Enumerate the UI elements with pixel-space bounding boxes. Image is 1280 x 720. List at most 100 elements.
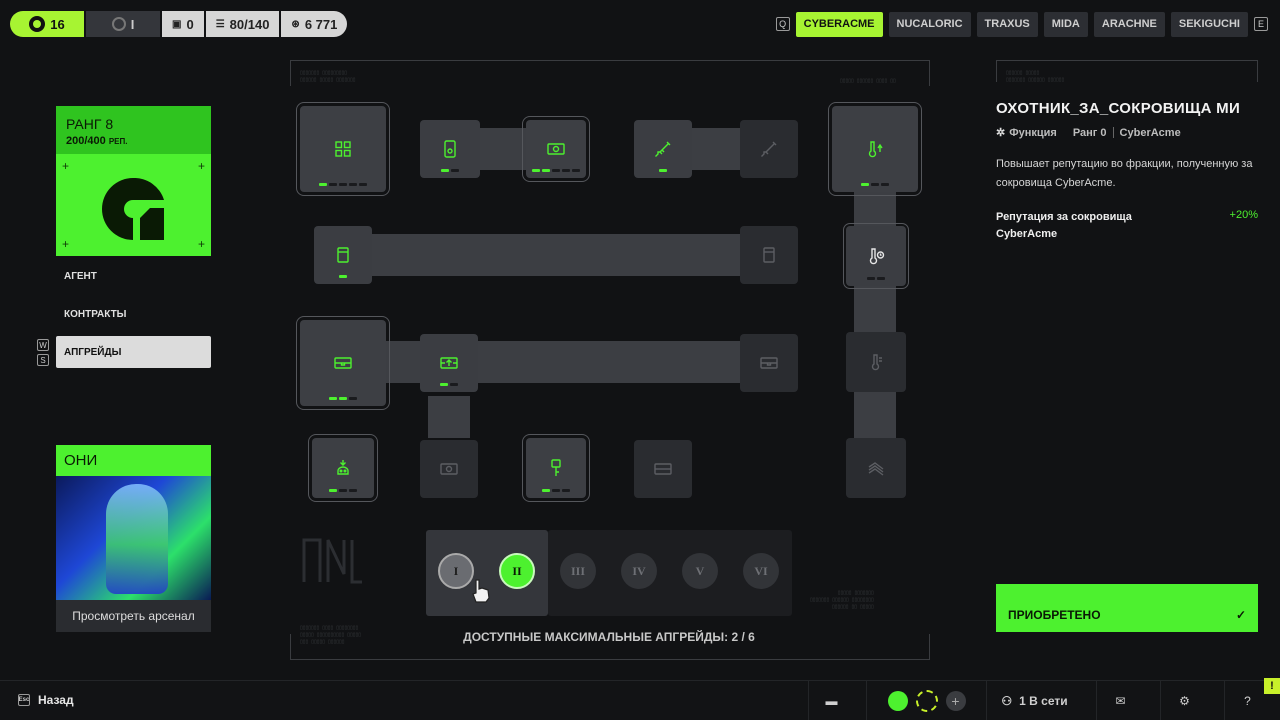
level-pips — [659, 169, 667, 172]
upgrade-node[interactable] — [308, 434, 378, 502]
tree-connector — [690, 128, 742, 170]
settings-button[interactable]: ⚙ — [1160, 681, 1208, 720]
crate-icon — [760, 357, 778, 369]
credits: ⊛ 6 771 — [281, 11, 348, 37]
upgrade-title: ОХОТНИК_ЗА_СОКРОВИЩА МИ — [996, 100, 1241, 117]
add-party-member-icon[interactable]: + — [945, 691, 966, 711]
tab-sekiguchi[interactable]: SEKIGUCHI — [1170, 11, 1248, 37]
thermometer-up-icon — [868, 141, 883, 158]
function-icon: ✲ — [996, 127, 1006, 139]
tier-button-4[interactable]: IV — [621, 553, 657, 589]
tree-connector — [370, 234, 742, 276]
grid-icon — [335, 141, 351, 157]
level-pips — [329, 397, 357, 400]
cash-icon — [440, 463, 458, 475]
level-pips — [440, 383, 458, 386]
oni-face — [106, 484, 168, 594]
oni-card[interactable]: ОНИ Просмотреть арсенал — [56, 445, 211, 632]
tab-nucaloric[interactable]: NUCALORIC — [888, 11, 971, 37]
canister-icon — [337, 247, 349, 263]
upgrade-node-locked[interactable] — [740, 334, 798, 392]
rank-ring-icon — [111, 17, 126, 31]
tier-button-6[interactable]: VI — [743, 553, 779, 589]
ready-indicator-icon[interactable] — [915, 690, 938, 712]
upgrade-node[interactable] — [420, 120, 480, 178]
next-faction-key[interactable]: E — [1254, 17, 1268, 31]
upgrade-type: Функция — [1009, 126, 1057, 139]
online-friends[interactable]: ⚇ 1 В сети — [986, 681, 1082, 720]
corner-plus-icon: + — [62, 237, 70, 251]
nav-agent[interactable]: АГЕНТ — [56, 260, 211, 292]
prev-faction-key[interactable]: Q — [775, 17, 790, 31]
bonus-label: Репутация за сокровища CyberAcme — [996, 211, 1132, 240]
syringe-icon — [761, 141, 777, 157]
chat-icon: ▬ — [825, 694, 838, 708]
upgrade-node-locked[interactable] — [740, 120, 798, 178]
upgrade-node-locked[interactable] — [634, 440, 692, 498]
upgrade-node[interactable] — [296, 102, 390, 196]
tier-button-1[interactable]: I — [438, 553, 474, 589]
mail-button[interactable]: ✉ — [1096, 681, 1144, 720]
tree-connector — [854, 192, 896, 226]
box-count: ▣ 0 — [162, 11, 204, 37]
upgrade-node-locked[interactable] — [846, 332, 906, 392]
bonus-value: +20% — [1229, 209, 1258, 221]
help-icon: ? — [1244, 694, 1251, 708]
level-pips — [319, 183, 367, 186]
chat-button[interactable]: ▬ — [808, 681, 854, 720]
frame-micro-text: ▯▯▯▯▯ ▯▯▯▯▯▯ ▯▯▯▯ ▯▯ — [840, 78, 896, 84]
tier-button-5[interactable]: V — [682, 553, 718, 589]
upgrade-rank: Ранг 0 — [1072, 126, 1107, 139]
upgrade-node-locked[interactable] — [740, 226, 798, 284]
upgrade-node[interactable] — [828, 102, 922, 196]
tab-arachne[interactable]: ARACHNE — [1093, 11, 1165, 37]
tier-button-2[interactable]: II — [499, 553, 535, 589]
upgrade-node-selected[interactable] — [843, 223, 909, 289]
player-avatar[interactable] — [887, 691, 908, 711]
cyberacme-logo-icon — [102, 178, 164, 240]
upgrade-description: Повышает репутацию во фракции, полученну… — [996, 158, 1253, 189]
stash-capacity: ☰ 80/140 — [205, 11, 280, 37]
syringe-icon — [655, 141, 671, 157]
back-button[interactable]: Esc Назад — [18, 693, 74, 707]
upgrade-node[interactable] — [522, 116, 590, 182]
nav-down-key: S — [37, 354, 49, 366]
level-pips — [329, 489, 357, 492]
tier-selector: I II III IV V VI — [426, 530, 792, 616]
level-pips — [339, 275, 347, 278]
crate-up-icon — [440, 357, 458, 369]
alert-flag-icon[interactable]: ! — [1264, 678, 1280, 694]
upgrade-node[interactable] — [314, 226, 372, 284]
upgrade-detail: ОХОТНИК_ЗА_СОКРОВИЩА МИ ✲ Функция Ранг 0… — [996, 98, 1258, 243]
corner-plus-icon: + — [62, 159, 70, 173]
upgrade-meta: ✲ Функция Ранг 0 CyberAcme — [996, 126, 1258, 140]
level-pips — [542, 489, 570, 492]
level-pips — [441, 169, 459, 172]
nav-contracts[interactable]: КОНТРАКТЫ — [56, 298, 211, 330]
crate-icon — [654, 463, 672, 475]
frame-micro-text: ▯▯▯▯▯ ▯▯▯▯▯▯▯ ▯▯▯▯▯▯▯ ▯▯▯▯▯▯ ▯▯▯▯▯▯▯▯ ▯▯▯▯… — [810, 590, 874, 610]
tab-traxus[interactable]: TRAXUS — [976, 11, 1038, 37]
tab-cyberacme[interactable]: CYBERACME — [795, 11, 883, 37]
upgrade-node[interactable] — [420, 334, 478, 392]
rank-rep-unit: РЕП. — [108, 137, 128, 146]
gear-icon: ⚙ — [1179, 694, 1190, 708]
max-upgrades-caption: ДОСТУПНЫЕ МАКСИМАЛЬНЫЕ АПГРЕЙДЫ: 2 / 6 — [463, 630, 755, 644]
tree-connector — [474, 128, 530, 170]
check-icon: ✓ — [1235, 608, 1246, 622]
tree-connector — [854, 286, 896, 332]
nav-keyhints: W S — [37, 339, 49, 366]
view-arsenal-button[interactable]: Просмотреть арсенал — [56, 600, 211, 632]
upgrade-node[interactable] — [522, 434, 590, 502]
acquired-button[interactable]: ПРИОБРЕТЕНО ✓ — [996, 584, 1258, 632]
nav-upgrades[interactable]: АПГРЕЙДЫ — [56, 336, 211, 368]
tier-button-3[interactable]: III — [560, 553, 596, 589]
upgrade-node[interactable] — [296, 316, 390, 410]
upgrade-node-locked[interactable] — [846, 438, 906, 498]
rank-header: РАНГ 8 200/400 РЕП. — [56, 106, 211, 154]
tab-mida[interactable]: MIDA — [1043, 11, 1088, 37]
box-count-value: 0 — [186, 16, 194, 32]
box-icon: ▣ — [172, 18, 182, 30]
upgrade-node-locked[interactable] — [420, 440, 478, 498]
upgrade-node[interactable] — [634, 120, 692, 178]
